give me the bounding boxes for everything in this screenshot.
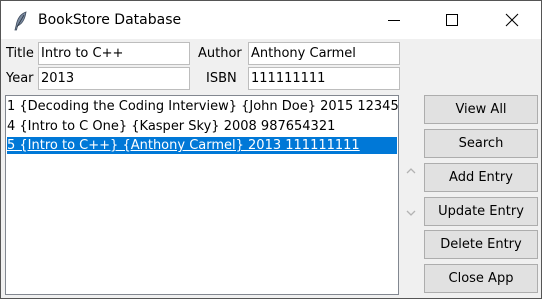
view-all-button[interactable]: View All — [424, 95, 538, 124]
close-app-button[interactable]: Close App — [424, 264, 538, 293]
list-item[interactable]: 1 {Decoding the Coding Interview} {John … — [7, 98, 398, 115]
chevron-down-icon[interactable] — [406, 209, 416, 217]
title-label: Title — [6, 46, 34, 61]
app-window: BookStore Database Title Intro to C++ Au… — [0, 0, 542, 299]
delete-entry-button[interactable]: Delete Entry — [424, 230, 538, 259]
list-scrollbar[interactable] — [402, 95, 420, 295]
close-button[interactable] — [483, 1, 541, 39]
maximize-icon — [446, 14, 458, 26]
feather-icon — [14, 11, 27, 31]
list-item-selected[interactable]: 5 {Intro to C++} {Anthony Carmel} 2013 1… — [7, 137, 397, 154]
search-button[interactable]: Search — [424, 129, 538, 158]
year-label: Year — [6, 71, 34, 86]
minimize-icon — [388, 20, 400, 21]
title-bar: BookStore Database — [1, 1, 541, 39]
close-icon — [505, 13, 519, 27]
maximize-button[interactable] — [423, 1, 481, 39]
list-item[interactable]: 4 {Intro to C One} {Kasper Sky} 2008 987… — [7, 118, 335, 135]
chevron-up-icon[interactable] — [406, 167, 416, 175]
isbn-input[interactable]: 111111111 — [248, 67, 400, 90]
year-input[interactable]: 2013 — [38, 67, 190, 90]
author-label: Author — [198, 46, 242, 61]
add-entry-button[interactable]: Add Entry — [424, 163, 538, 192]
title-input[interactable]: Intro to C++ — [38, 42, 190, 65]
minimize-button[interactable] — [365, 1, 423, 39]
update-entry-button[interactable]: Update Entry — [424, 197, 538, 226]
isbn-label: ISBN — [206, 71, 237, 86]
results-listbox[interactable]: 1 {Decoding the Coding Interview} {John … — [5, 95, 399, 295]
author-input[interactable]: Anthony Carmel — [248, 42, 400, 65]
window-title: BookStore Database — [38, 12, 182, 28]
